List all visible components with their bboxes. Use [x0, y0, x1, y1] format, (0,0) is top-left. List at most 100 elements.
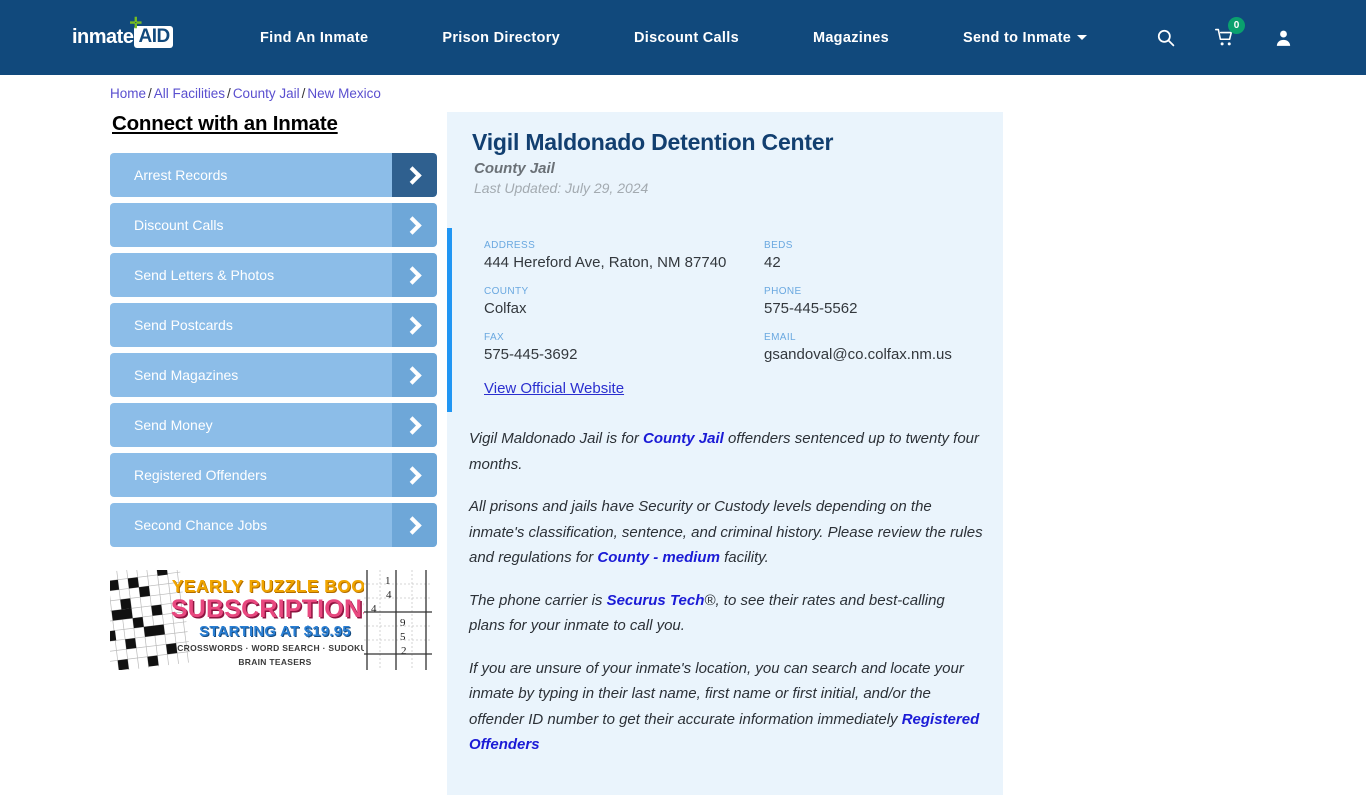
sidebar-item-send-postcards[interactable]: Send Postcards: [110, 303, 437, 347]
breadcrumb: Home / All Facilities / County Jail / New Mexi…: [110, 86, 381, 101]
cart-icon[interactable]: 0: [1213, 16, 1245, 50]
nav-item-magazines[interactable]: Magazines: [813, 30, 889, 46]
sidebar-item-label: Registered Offenders: [134, 467, 267, 483]
info-label: COUNTY: [484, 286, 529, 297]
chevron-down-icon: [1077, 34, 1088, 40]
desc-p1-text-a: Vigil Maldonado Jail is for: [469, 430, 643, 447]
desc-p2-link-county-medium[interactable]: County - medium: [597, 549, 720, 566]
sidebar-item-label: Send Postcards: [134, 317, 233, 333]
desc-p2-text-b: facility.: [719, 549, 769, 566]
info-field-email: EMAIL gsandoval@co.colfax.nm.us: [764, 332, 983, 364]
nav-icon-group: 0: [1154, 0, 1294, 75]
info-field-address: ADDRESS 444 Hereford Ave, Raton, NM 8774…: [484, 240, 764, 272]
logo-word: inmate: [72, 26, 134, 48]
sidebar-item-label: Send Magazines: [134, 367, 239, 383]
breadcrumb-item-home[interactable]: Home: [110, 86, 146, 101]
chevron-right-icon: [392, 303, 437, 347]
info-field-county: COUNTY Colfax: [484, 286, 764, 318]
description-paragraph-1: Vigil Maldonado Jail is for County Jail …: [469, 426, 983, 477]
view-official-website-link[interactable]: View Official Website: [484, 380, 624, 397]
page-title: Vigil Maldonado Detention Center: [472, 129, 834, 155]
main-nav-links: Find An Inmate Prison Directory Discount…: [260, 0, 1088, 75]
breadcrumb-item-county-jail[interactable]: County Jail: [233, 86, 300, 101]
sidebar-item-label: Second Chance Jobs: [134, 517, 268, 533]
sidebar-item-send-letters-photos[interactable]: Send Letters & Photos: [110, 253, 437, 297]
user-icon[interactable]: [1272, 26, 1294, 50]
info-label: ADDRESS: [484, 240, 536, 251]
sidebar-item-discount-calls[interactable]: Discount Calls: [110, 203, 437, 247]
breadcrumb-separator: /: [148, 86, 152, 101]
sidebar-item-label: Send Letters & Photos: [134, 267, 275, 283]
desc-p3-text-a: The phone carrier is: [469, 591, 607, 609]
sidebar: Connect with an Inmate Arrest Records Di…: [110, 112, 437, 553]
chevron-right-icon: [392, 403, 437, 447]
sidebar-item-label: Discount Calls: [134, 217, 224, 233]
breadcrumb-separator: /: [227, 86, 231, 101]
description-paragraph-4: If you are unsure of your inmate's locat…: [469, 656, 983, 758]
nav-item-prison-directory[interactable]: Prison Directory: [442, 30, 560, 46]
logo-aid-wrap: ✛ AID: [129, 16, 173, 48]
chevron-right-icon: [392, 153, 437, 197]
info-field-phone: PHONE 575-445-5562: [764, 286, 983, 318]
sudoku-number: 5: [400, 631, 406, 643]
desc-p3-link-securus-tech[interactable]: Securus Tech: [607, 592, 705, 609]
nav-item-send-to-inmate[interactable]: Send to Inmate: [962, 29, 1088, 46]
ad-line-4: CROSSWORDS · WORD SEARCH · SUDOKU · BRAI…: [177, 643, 373, 667]
description-paragraph-3: The phone carrier is Securus Tech®, to s…: [469, 588, 983, 639]
ad-line-1: YEARLY PUZZLE BOOK: [171, 576, 379, 596]
info-label: PHONE: [764, 286, 802, 297]
sidebar-item-arrest-records[interactable]: Arrest Records: [110, 153, 437, 197]
plus-icon: ✛: [129, 15, 143, 32]
info-value: 575-445-5562: [764, 300, 858, 317]
sudoku-number: 2: [401, 645, 407, 657]
sidebar-item-send-magazines[interactable]: Send Magazines: [110, 353, 437, 397]
search-icon[interactable]: [1154, 26, 1176, 50]
site-logo[interactable]: inmate ✛ AID: [72, 16, 173, 50]
info-label: FAX: [484, 332, 505, 343]
description-paragraph-2: All prisons and jails have Security or C…: [469, 494, 983, 571]
chevron-right-icon: [392, 453, 437, 497]
sidebar-item-second-chance-jobs[interactable]: Second Chance Jobs: [110, 503, 437, 547]
info-label: EMAIL: [764, 332, 797, 343]
info-value: Colfax: [484, 300, 527, 317]
sudoku-number: 9: [400, 617, 406, 629]
sudoku-number: 4: [386, 589, 392, 601]
sidebar-item-send-money[interactable]: Send Money: [110, 403, 437, 447]
nav-item-send-to-inmate-label: Send to Inmate: [962, 29, 1072, 46]
chevron-right-icon: [392, 253, 437, 297]
facility-description: Vigil Maldonado Jail is for County Jail …: [447, 412, 1003, 795]
sidebar-title: Connect with an Inmate: [112, 112, 338, 135]
sudoku-graphic: 1 4 4 9 5 2: [364, 570, 432, 670]
info-value: 575-445-3692: [484, 346, 578, 363]
chevron-right-icon: [392, 503, 437, 547]
info-value: 444 Hereford Ave, Raton, NM 87740: [484, 254, 727, 271]
info-field-fax: FAX 575-445-3692: [484, 332, 764, 364]
facility-info-block: ADDRESS 444 Hereford Ave, Raton, NM 8774…: [447, 228, 1003, 412]
desc-p4-text-a: If you are unsure of your inmate's locat…: [469, 659, 964, 728]
desc-p1-link-county-jail[interactable]: County Jail: [643, 430, 724, 447]
info-value: gsandoval@co.colfax.nm.us: [764, 346, 952, 363]
nav-item-discount-calls[interactable]: Discount Calls: [634, 30, 739, 46]
ad-line-3: STARTING AT $19.95: [199, 623, 351, 640]
sidebar-item-registered-offenders[interactable]: Registered Offenders: [110, 453, 437, 497]
cart-count-badge: 0: [1228, 16, 1245, 34]
breadcrumb-item-all-facilities[interactable]: All Facilities: [154, 86, 225, 101]
top-navigation-bar: inmate ✛ AID Find An Inmate Prison Direc…: [0, 0, 1366, 75]
facility-info-grid: ADDRESS 444 Hereford Ave, Raton, NM 8774…: [484, 240, 983, 364]
info-label: BEDS: [764, 240, 793, 251]
ad-line-2: SUBSCRIPTIONS: [170, 595, 380, 623]
breadcrumb-separator: /: [301, 86, 306, 101]
nav-item-find-an-inmate[interactable]: Find An Inmate: [260, 30, 368, 46]
ad-text-block: YEARLY PUZZLE BOOK SUBSCRIPTIONS STARTIN…: [170, 576, 380, 669]
breadcrumb-item-new-mexico[interactable]: New Mexico: [307, 86, 381, 101]
info-field-beds: BEDS 42: [764, 240, 983, 272]
info-value: 42: [764, 254, 781, 271]
sudoku-number: 1: [385, 575, 391, 587]
sidebar-item-label: Arrest Records: [134, 167, 228, 183]
chevron-right-icon: [392, 353, 437, 397]
facility-header: Vigil Maldonado Detention Center County …: [447, 112, 1003, 196]
sudoku-number: 4: [371, 603, 377, 615]
chevron-right-icon: [392, 203, 437, 247]
last-updated-text: Last Updated: July 29, 2024: [474, 180, 649, 196]
puzzle-book-ad-banner[interactable]: YEARLY PUZZLE BOOK SUBSCRIPTIONS STARTIN…: [110, 570, 432, 670]
